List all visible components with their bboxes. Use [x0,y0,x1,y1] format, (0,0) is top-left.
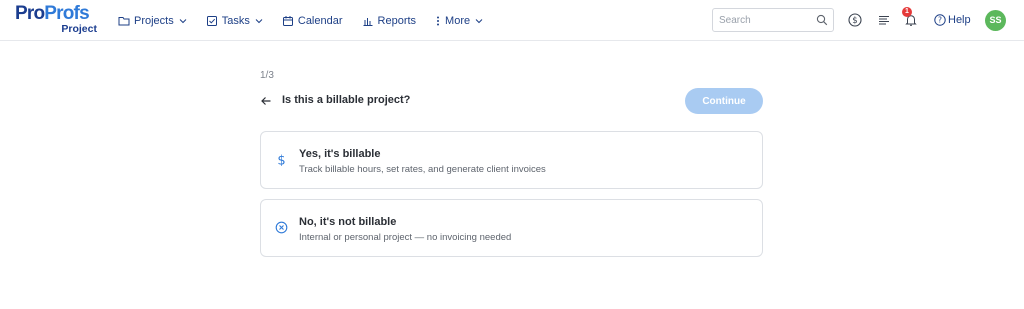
nav-projects-label: Projects [134,14,174,27]
chevron-down-icon [475,18,483,23]
nav-more[interactable]: More [435,0,483,41]
search-box [712,8,834,32]
logo-wordmark-pro: Pro [15,3,45,24]
calendar-icon [282,15,293,26]
chevron-down-icon [179,18,187,23]
search-icon[interactable] [816,14,828,26]
dollar-icon: $ [277,154,285,167]
svg-text:$: $ [852,16,857,26]
folder-icon [118,16,130,25]
logo-wordmark: ProProfs [15,3,90,25]
help-label: Help [948,14,971,26]
option-description: Internal or personal project — no invoic… [299,232,512,243]
search-input[interactable] [713,9,813,31]
svg-text:?: ? [938,16,942,25]
proprofs-project-logo[interactable]: ProProfs Project [15,3,101,37]
nav-tasks-label: Tasks [221,14,250,27]
question-circle-icon: ? [934,14,946,26]
option-title: No, it's not billable [299,216,397,228]
billable-no-option[interactable]: No, it's not billable Internal or person… [260,199,763,257]
vertical-dots-icon [437,16,440,25]
help-button[interactable]: ? Help [934,13,971,27]
back-arrow-icon[interactable] [260,95,272,107]
option-description: Track billable hours, set rates, and gen… [299,164,546,175]
logo-subtitle: Project [61,23,97,35]
bar-chart-icon [363,17,373,26]
billable-yes-option[interactable]: $ Yes, it's billable Track billable hour… [260,131,763,189]
nav-tasks[interactable]: Tasks [206,0,263,41]
nav-more-label: More [445,14,471,27]
circle-x-icon [275,221,288,234]
chevron-down-icon [255,18,263,23]
billing-dollar-icon[interactable]: $ [848,13,862,27]
step-indicator: 1/3 [260,70,274,81]
nav-projects[interactable]: Projects [118,0,187,41]
nav-reports-label: Reports [377,14,417,27]
nav-reports[interactable]: Reports [362,0,417,41]
notification-badge: 1 [902,7,912,17]
user-avatar[interactable]: SS [985,10,1006,31]
continue-button[interactable]: Continue [685,88,763,114]
nav-calendar[interactable]: Calendar [282,0,343,41]
main-nav: Projects Tasks Calendar Reports More [118,0,502,41]
logo-wordmark-profs: Profs [44,3,89,24]
option-title: Yes, it's billable [299,148,381,160]
svg-text:$: $ [277,154,285,167]
activity-list-icon[interactable] [877,13,891,27]
wizard-question: Is this a billable project? [282,94,411,106]
nav-calendar-label: Calendar [297,14,343,27]
top-navigation-bar: ProProfs Project Projects Tasks Calendar… [0,0,1024,41]
checkbox-icon [206,15,217,26]
